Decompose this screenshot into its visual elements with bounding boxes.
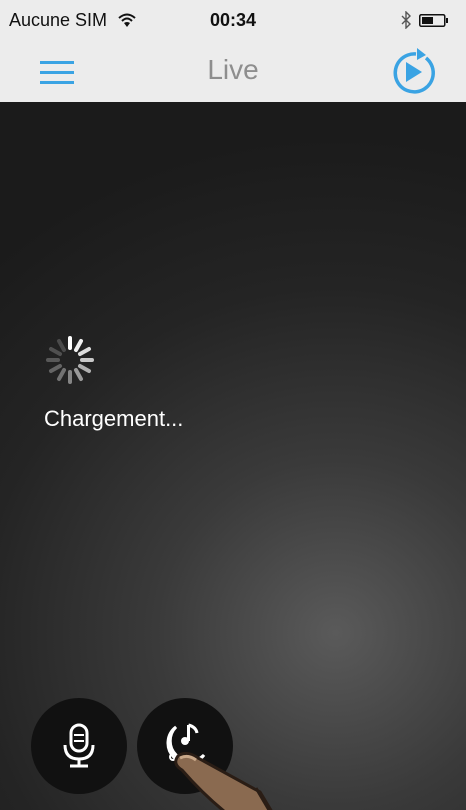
status-bar: Aucune SIM 00:34 [0, 0, 466, 40]
finger-pointer-icon [174, 752, 273, 810]
battery-icon [419, 14, 448, 27]
loading-text: Chargement... [44, 406, 184, 431]
microphone-button[interactable] [31, 698, 127, 794]
nav-bar: Live [0, 40, 466, 102]
status-time: 00:34 [209, 10, 257, 30]
video-view: Chargement... [0, 102, 466, 810]
bluetooth-icon [401, 11, 411, 29]
replay-button[interactable] [386, 46, 438, 98]
loading-spinner-icon [46, 336, 94, 384]
replay-play-icon [393, 48, 435, 94]
microphone-icon [63, 723, 95, 768]
